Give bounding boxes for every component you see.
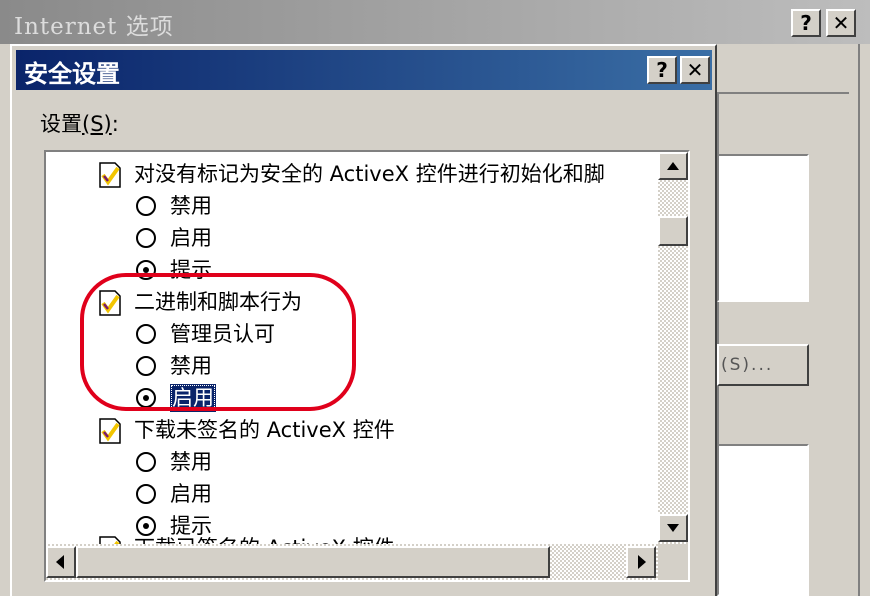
list-item-label: 下载已签名的 ActiveX 控件: [134, 532, 395, 544]
outer-lower-panel: [717, 444, 809, 596]
scroll-right-button[interactable]: [626, 546, 656, 578]
option-label: 禁用: [170, 450, 212, 474]
outer-close-button[interactable]: ✕: [826, 9, 856, 37]
option-enable[interactable]: 启用: [46, 222, 446, 254]
radio-button-selected[interactable]: [136, 260, 156, 280]
outer-window-edge: [858, 44, 860, 596]
list-item-label: 下载未签名的 ActiveX 控件: [134, 418, 395, 442]
radio-button[interactable]: [136, 324, 156, 344]
radio-button[interactable]: [136, 452, 156, 472]
outer-window-title: Internet 选项: [14, 14, 174, 40]
dialog-title: 安全设置: [24, 60, 120, 88]
option-label-selected: 启用: [170, 384, 216, 412]
list-item-activex-init: 对没有标记为安全的 ActiveX 控件进行初始化和脚: [46, 158, 658, 190]
option-enable-selected[interactable]: 启用: [46, 382, 446, 414]
option-label: 管理员认可: [170, 322, 275, 346]
arrow-down-icon: [667, 524, 679, 532]
option-disable[interactable]: 禁用: [46, 190, 446, 222]
radio-button[interactable]: [136, 228, 156, 248]
radio-button[interactable]: [136, 356, 156, 376]
outer-side-button-label: (S)...: [721, 355, 774, 375]
settings-label: 设置(S):: [40, 108, 119, 138]
option-label: 启用: [170, 482, 212, 506]
settings-document-icon: [99, 418, 121, 444]
option-prompt[interactable]: 提示: [46, 254, 446, 286]
option-label: 禁用: [170, 194, 212, 218]
outer-side-button[interactable]: (S)...: [717, 344, 809, 386]
arrow-left-icon: [56, 555, 64, 569]
arrow-right-icon: [638, 555, 646, 569]
settings-document-icon: [99, 162, 121, 188]
settings-document-icon: [99, 536, 121, 544]
vertical-scroll-thumb[interactable]: [658, 216, 688, 246]
scrollbar-corner: [658, 544, 688, 580]
vertical-scrollbar[interactable]: [658, 152, 688, 544]
horizontal-scrollbar[interactable]: [46, 544, 658, 580]
security-settings-dialog: 安全设置 ? ✕ 设置(S): 对没有标记为安全的 ActiveX 控件进行初始…: [10, 44, 717, 596]
settings-document-icon: [99, 290, 121, 316]
option-admin-approved[interactable]: 管理员认可: [46, 318, 446, 350]
option-disable[interactable]: 禁用: [46, 350, 446, 382]
scroll-up-button[interactable]: [658, 152, 688, 180]
dialog-title-bar[interactable]: 安全设置 ? ✕: [16, 50, 712, 90]
settings-label-text: 设置: [40, 112, 82, 136]
radio-button-selected[interactable]: [136, 388, 156, 408]
settings-label-colon: :: [111, 112, 119, 136]
list-item-label: 二进制和脚本行为: [134, 290, 302, 314]
scroll-down-button[interactable]: [658, 514, 688, 542]
option-disable[interactable]: 禁用: [46, 446, 446, 478]
outer-help-button[interactable]: ?: [791, 9, 821, 37]
outer-title-bar[interactable]: Internet 选项 ? ✕: [0, 0, 870, 44]
list-item-download-unsigned-activex: 下载未签名的 ActiveX 控件: [46, 414, 658, 446]
radio-button[interactable]: [136, 484, 156, 504]
list-item-download-signed-activex: 下载已签名的 ActiveX 控件: [46, 532, 658, 544]
radio-button[interactable]: [136, 196, 156, 216]
dialog-help-button[interactable]: ?: [647, 56, 677, 84]
option-label: 启用: [170, 226, 212, 250]
scroll-left-button[interactable]: [46, 546, 76, 578]
dialog-close-button[interactable]: ✕: [680, 56, 710, 84]
horizontal-scroll-thumb[interactable]: [76, 546, 550, 578]
list-item-label: 对没有标记为安全的 ActiveX 控件进行初始化和脚: [134, 162, 605, 186]
option-label: 禁用: [170, 354, 212, 378]
option-label: 提示: [170, 258, 212, 282]
settings-list-viewport: 对没有标记为安全的 ActiveX 控件进行初始化和脚 禁用 启用 提示 二进制…: [46, 152, 658, 544]
settings-list[interactable]: 对没有标记为安全的 ActiveX 控件进行初始化和脚 禁用 启用 提示 二进制…: [44, 150, 690, 582]
arrow-up-icon: [667, 162, 679, 170]
settings-label-accelerator: (S): [82, 112, 112, 136]
outer-zone-list[interactable]: [717, 154, 809, 302]
option-enable[interactable]: 启用: [46, 478, 446, 510]
list-item-binary-script-behaviors: 二进制和脚本行为: [46, 286, 658, 318]
